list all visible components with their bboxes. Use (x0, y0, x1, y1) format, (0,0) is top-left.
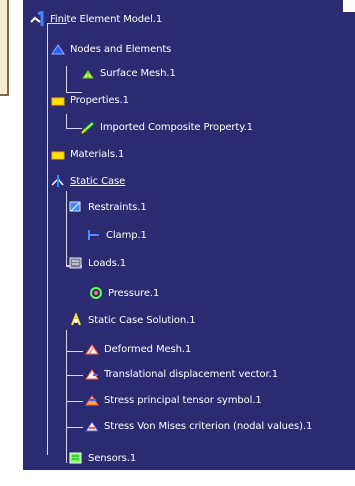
materials-folder-icon (50, 146, 66, 162)
partial-overlay-window (0, 0, 9, 96)
tree-item-deformed-mesh[interactable]: Deformed Mesh.1 (84, 340, 191, 358)
tree-item-label: Finite Element Model.1 (50, 13, 163, 25)
clamp-icon (86, 227, 102, 243)
stress-principal-icon (84, 392, 100, 408)
tree-item-label: Imported Composite Property.1 (100, 121, 253, 133)
sensors-icon (68, 450, 84, 466)
tree-item-materials[interactable]: Materials.1 (50, 145, 124, 163)
tree-item-label: Translational displacement vector.1 (104, 368, 278, 380)
tree-item-restraints[interactable]: Restraints.1 (68, 198, 147, 216)
tree-item-imported-composite[interactable]: Imported Composite Property.1 (80, 118, 253, 136)
tree-item-label: Materials.1 (70, 148, 125, 160)
properties-folder-icon (50, 92, 66, 108)
tree-item-sensors[interactable]: Sensors.1 (68, 449, 136, 467)
tree-item-label: Surface Mesh.1 (100, 67, 176, 79)
tree-item-label: Pressure.1 (108, 287, 160, 299)
loads-icon (68, 255, 84, 271)
tree-branch-line (47, 23, 48, 455)
bottom-margin (0, 470, 355, 486)
tree-item-surface-mesh[interactable]: Surface Mesh.1 (80, 64, 176, 82)
pressure-icon (88, 285, 104, 301)
displacement-vector-icon (84, 366, 100, 382)
composite-property-icon (80, 119, 96, 135)
tree-item-clamp[interactable]: Clamp.1 (86, 226, 147, 244)
tree-item-root[interactable]: Finite Element Model.1 (30, 10, 162, 28)
tree-item-static-solution[interactable]: Static Case Solution.1 (68, 311, 196, 329)
tree-item-label: Static Case (70, 175, 126, 187)
tree-item-label: Nodes and Elements (70, 43, 172, 55)
tree-item-translational-displacement[interactable]: Translational displacement vector.1 (84, 365, 278, 383)
tree-item-label: Properties.1 (70, 94, 129, 106)
fem-model-icon (30, 11, 46, 27)
solution-icon (68, 312, 84, 328)
tree-item-properties[interactable]: Properties.1 (50, 91, 129, 109)
tree-branch-line (66, 66, 67, 92)
tree-branch-line (66, 330, 67, 463)
deformed-mesh-icon (84, 341, 100, 357)
tree-branch-line (66, 427, 83, 428)
tree-item-label: Static Case Solution.1 (88, 314, 196, 326)
tree-item-nodes-elements[interactable]: Nodes and Elements (50, 40, 171, 58)
tree-item-loads[interactable]: Loads.1 (68, 254, 126, 272)
tree-branch-line (66, 114, 67, 128)
tree-branch-line (66, 401, 83, 402)
tree-item-label: Loads.1 (88, 257, 127, 269)
specification-tree-panel (0, 0, 355, 486)
tree-branch-line (66, 351, 83, 352)
tree-item-label: Stress principal tensor symbol.1 (104, 394, 262, 406)
tree-item-label: Stress Von Mises criterion (nodal values… (104, 420, 313, 432)
tree-item-label: Restraints.1 (88, 201, 147, 213)
tree-item-label: Clamp.1 (106, 229, 147, 241)
tree-branch-line (66, 375, 83, 376)
tree-item-stress-principal[interactable]: Stress principal tensor symbol.1 (84, 391, 262, 409)
tree-item-stress-von-mises[interactable]: Stress Von Mises criterion (nodal values… (84, 417, 312, 435)
mesh-icon (50, 41, 66, 57)
tree-item-static-case[interactable]: Static Case (50, 172, 125, 190)
tree-item-label: Deformed Mesh.1 (104, 343, 192, 355)
surface-mesh-icon (80, 65, 96, 81)
tree-branch-line (66, 235, 67, 265)
stress-von-mises-icon (84, 418, 100, 434)
top-right-corner (343, 0, 355, 12)
restraints-icon (68, 199, 84, 215)
static-case-icon (50, 173, 66, 189)
tree-item-label: Sensors.1 (88, 452, 137, 464)
tree-item-pressure[interactable]: Pressure.1 (88, 284, 159, 302)
